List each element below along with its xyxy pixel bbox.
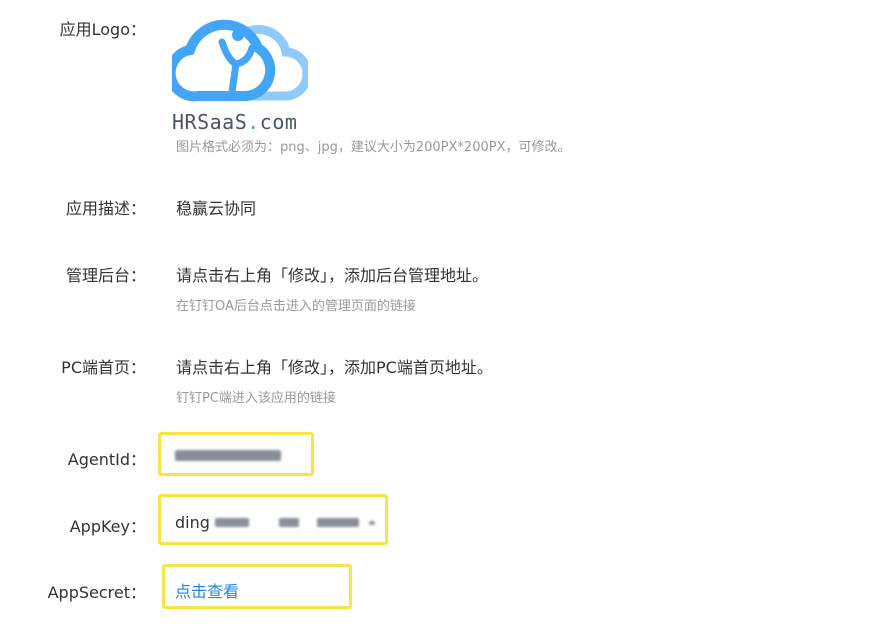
appkey-value-prefix: ding [175, 513, 210, 532]
appkey-redacted-part-4 [369, 521, 375, 525]
admin-label: 管理后台： [65, 266, 146, 285]
appkey-redacted-part-1 [215, 518, 249, 527]
agentid-highlight-box [158, 432, 314, 476]
pc-home-value: 请点击右上角「修改」，添加PC端首页地址。 [176, 358, 493, 377]
cloud-person-icon [165, 19, 312, 102]
appkey-redacted-part-2 [279, 518, 299, 527]
logo-wordmark: HRSaaS.com [172, 110, 298, 134]
pc-home-hint: 钉钉PC端进入该应用的链接 [176, 391, 336, 406]
appkey-highlight-box: ding [158, 494, 388, 545]
admin-hint: 在钉钉OA后台点击进入的管理页面的链接 [176, 299, 416, 314]
agentid-label: AgentId： [67, 450, 146, 469]
logo-hint: 图片格式必须为：png、jpg，建议大小为200PX*200PX，可修改。 [176, 140, 571, 155]
appsecret-view-link[interactable]: 点击查看 [175, 578, 239, 602]
agentid-redacted-value [175, 450, 281, 461]
appkey-redacted-part-3 [317, 518, 359, 527]
appkey-label: AppKey： [69, 517, 146, 536]
admin-value: 请点击右上角「修改」，添加后台管理地址。 [176, 266, 489, 285]
appsecret-label: AppSecret： [47, 583, 146, 602]
description-label: 应用描述： [65, 199, 146, 218]
logo-label: 应用Logo： [59, 20, 146, 39]
description-value: 稳赢云协同 [176, 199, 257, 218]
pc-home-label: PC端首页： [61, 358, 146, 377]
appsecret-highlight-box: 点击查看 [162, 564, 352, 609]
app-logo: HRSaaS.com [165, 2, 312, 136]
